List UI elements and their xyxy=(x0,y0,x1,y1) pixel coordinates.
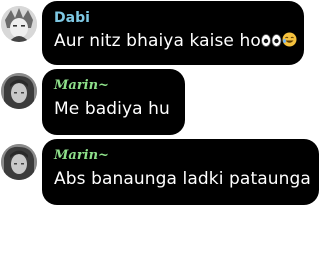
sender-name[interactable]: Dabi xyxy=(54,10,292,26)
message-bubble: Marin~ Abs banaunga ladki pataunga xyxy=(42,139,319,205)
sender-name[interactable]: Marin~ xyxy=(54,148,307,164)
message-text-content: Aur nitz bhaiya kaise ho xyxy=(54,31,261,51)
avatar-image xyxy=(1,73,37,109)
avatar-image xyxy=(1,144,37,180)
eyes-emoji-icon xyxy=(260,31,282,53)
laughing-emoji-icon xyxy=(282,31,297,53)
message-text: Aur nitz bhaiya kaise ho xyxy=(54,30,297,53)
message-bubble: Marin~ Me badiya hu xyxy=(42,69,185,135)
avatar[interactable] xyxy=(1,144,37,180)
avatar-image xyxy=(1,6,37,42)
sender-name[interactable]: Marin~ xyxy=(54,78,173,94)
avatar[interactable] xyxy=(1,6,37,42)
message-bubble: Dabi Aur nitz bhaiya kaise ho xyxy=(42,1,304,65)
message-text: Abs banaunga ladki pataunga xyxy=(54,169,311,189)
message-text: Me badiya hu xyxy=(54,99,170,119)
avatar[interactable] xyxy=(1,73,37,109)
